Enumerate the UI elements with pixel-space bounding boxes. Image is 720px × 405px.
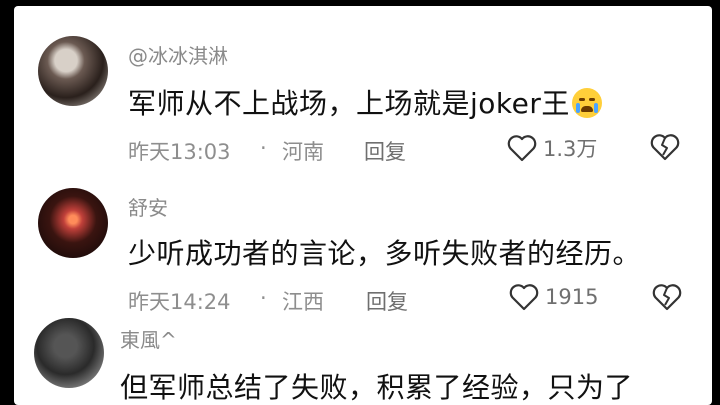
meta-separator: · [260,136,267,160]
broken-heart-icon[interactable] [652,283,682,311]
comment-username[interactable]: 舒安 [128,192,168,221]
avatar[interactable] [38,188,108,258]
meta-separator: · [260,286,267,310]
comment-text-body: 军师从不上战场，上场就是joker王 [128,87,570,120]
avatar[interactable] [34,318,104,388]
like-count: 1.3万 [543,137,598,161]
like-button[interactable]: 1915 [509,283,598,311]
comment-text: 但军师总结了失败，积累了经验，只为了 [120,371,634,404]
comment-text: 少听成功者的言论，多听失败者的经历。 [128,237,642,270]
comment-username[interactable]: @冰冰淇淋 [128,40,228,69]
comment-time: 昨天14:24 [128,290,231,314]
comment-text: 军师从不上战场，上场就是joker王 [128,82,602,122]
comment-username[interactable]: 東風^ [120,324,177,353]
comment-list: @冰冰淇淋 军师从不上战场，上场就是joker王 昨天13:03 · 河南 回复… [14,6,712,405]
avatar[interactable] [38,36,108,106]
comment-time: 昨天13:03 [128,140,231,164]
like-button[interactable]: 1.3万 [507,133,597,163]
like-count: 1915 [545,285,599,309]
reply-button[interactable]: 回复 [366,286,408,316]
heart-icon [507,135,537,162]
heart-icon [509,284,539,311]
comment-location: 河南 [282,140,324,164]
comment-location: 江西 [282,290,324,314]
broken-heart-icon[interactable] [650,133,680,161]
reply-button[interactable]: 回复 [364,136,406,166]
crying-emoji-icon [571,88,602,118]
